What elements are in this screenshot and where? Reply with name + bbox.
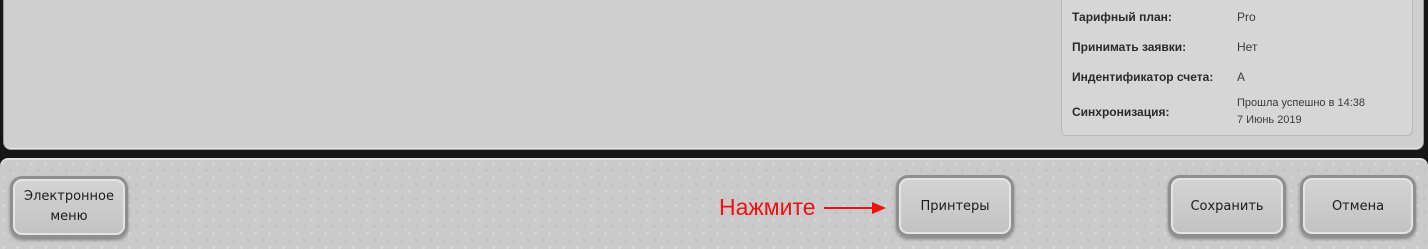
right-arrow-icon: [823, 201, 886, 214]
account-info-box: Тарифный план: Pro Принимать заявки: Нет…: [1061, 0, 1413, 136]
account-id-label: Индентификатор счета:: [1072, 70, 1214, 84]
electronic-menu-label-line2: меню: [50, 209, 88, 224]
electronic-menu-label: Электронное меню: [24, 187, 114, 227]
plan-value: Pro: [1237, 10, 1256, 24]
electronic-menu-label-line1: Электронное: [24, 189, 114, 204]
click-hint-text: Нажмите: [719, 194, 816, 220]
electronic-menu-button[interactable]: Электронное меню: [10, 176, 128, 238]
accept-orders-label: Принимать заявки:: [1072, 40, 1187, 54]
sync-date-text: 7 Июнь 2019: [1237, 114, 1302, 126]
sync-value: Прошла успешно в 14:38 7 Июнь 2019: [1237, 95, 1365, 129]
account-id-value: A: [1237, 70, 1246, 84]
sync-label: Синхронизация:: [1072, 105, 1170, 119]
save-button[interactable]: Сохранить: [1168, 175, 1286, 237]
settings-panel: Тарифный план: Pro Принимать заявки: Нет…: [3, 0, 1424, 150]
account-id-row: Индентификатор счета: A: [1072, 68, 1404, 86]
click-hint: Нажмите: [719, 194, 886, 221]
screen: Тарифный план: Pro Принимать заявки: Нет…: [0, 0, 1428, 249]
sync-row: Синхронизация: Прошла успешно в 14:38 7 …: [1072, 94, 1404, 130]
bottom-toolbar: Электронное меню Нажмите Принтеры Сохран…: [0, 158, 1428, 249]
accept-orders-row: Принимать заявки: Нет: [1072, 38, 1404, 56]
printers-button[interactable]: Принтеры: [896, 175, 1014, 237]
plan-row: Тарифный план: Pro: [1072, 8, 1404, 26]
plan-label: Тарифный план:: [1072, 10, 1172, 24]
cancel-button[interactable]: Отмена: [1300, 175, 1416, 237]
sync-status-text: Прошла успешно в 14:38: [1237, 97, 1366, 109]
accept-orders-value: Нет: [1237, 40, 1258, 54]
